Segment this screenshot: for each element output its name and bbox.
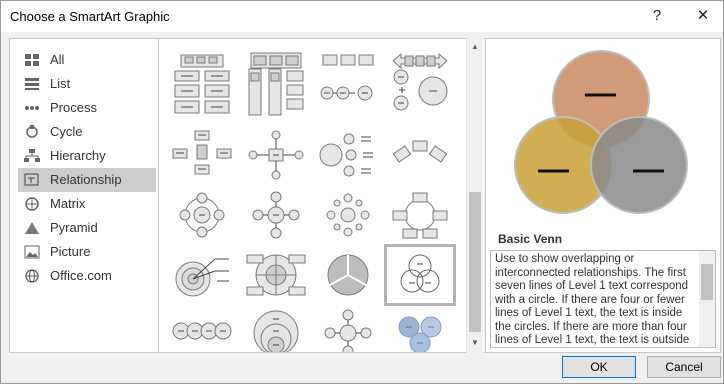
category-item-matrix[interactable]: Matrix <box>18 192 156 216</box>
layout-thumbnail[interactable] <box>171 249 233 301</box>
category-item-cycle[interactable]: Cycle <box>18 120 156 144</box>
category-label: Pyramid <box>50 220 98 235</box>
ok-button[interactable]: OK <box>562 356 636 378</box>
all-icon <box>25 54 39 66</box>
category-label: List <box>50 76 71 91</box>
layout-thumbnail[interactable] <box>171 189 233 241</box>
layout-thumbnail[interactable] <box>317 129 379 181</box>
layout-thumbnail[interactable] <box>245 67 307 119</box>
layout-thumbnail[interactable] <box>245 129 307 181</box>
category-item-picture[interactable]: Picture <box>18 240 156 264</box>
cancel-button[interactable]: Cancel <box>647 356 721 378</box>
category-label: Cycle <box>50 124 83 139</box>
layout-gallery <box>159 38 484 353</box>
layout-thumbnail[interactable] <box>317 249 379 301</box>
title-bar: Choose a SmartArt Graphic ? ✕ <box>1 1 723 32</box>
category-list: All List Process Cycle Hierarchy Relatio… <box>9 38 159 353</box>
category-item-relationship[interactable]: Relationship <box>18 168 156 192</box>
cycle-icon <box>26 125 38 138</box>
layout-thumbnail[interactable] <box>245 307 307 353</box>
category-item-officecom[interactable]: Office.com <box>18 264 156 288</box>
layout-thumbnail[interactable] <box>389 67 451 119</box>
layout-thumbnail[interactable] <box>171 67 233 119</box>
process-icon <box>25 106 39 110</box>
dialog-title: Choose a SmartArt Graphic <box>10 9 170 24</box>
help-button[interactable]: ? <box>637 3 677 29</box>
category-label: Office.com <box>50 268 112 283</box>
layout-thumbnail[interactable] <box>317 67 379 119</box>
smartart-dialog: Choose a SmartArt Graphic ? ✕ All List P… <box>0 0 724 384</box>
category-item-process[interactable]: Process <box>18 96 156 120</box>
category-item-hierarchy[interactable]: Hierarchy <box>18 144 156 168</box>
venn-preview-image <box>514 50 688 214</box>
preview-title: Basic Venn <box>498 232 563 246</box>
description-scroll-thumb[interactable] <box>701 264 713 300</box>
category-label: Matrix <box>50 196 86 211</box>
layout-thumbnail[interactable] <box>389 307 451 353</box>
category-label: All <box>50 52 65 67</box>
layout-thumbnail-basic-venn[interactable] <box>384 244 456 306</box>
gallery-scroll-thumb[interactable] <box>469 192 481 332</box>
category-label: Hierarchy <box>50 148 106 163</box>
relationship-icon <box>24 173 39 186</box>
description-scrollbar[interactable] <box>699 251 715 347</box>
layout-thumbnail[interactable] <box>245 189 307 241</box>
matrix-icon <box>25 197 39 211</box>
hierarchy-icon <box>24 149 40 162</box>
category-label: Picture <box>50 244 91 259</box>
gallery-scrollbar[interactable]: ▲ ▼ <box>466 38 483 353</box>
category-item-pyramid[interactable]: Pyramid <box>18 216 156 240</box>
layout-thumbnail[interactable] <box>171 129 233 181</box>
layout-thumbnail[interactable] <box>389 189 451 241</box>
scroll-up-icon[interactable]: ▲ <box>471 42 480 51</box>
category-label: Relationship <box>50 172 122 187</box>
layout-thumbnail[interactable] <box>389 129 451 181</box>
category-label: Process <box>50 100 97 115</box>
dialog-body: All List Process Cycle Hierarchy Relatio… <box>1 32 723 353</box>
description-text: Use to show overlapping or interconnecte… <box>495 253 690 346</box>
venn-circle-right <box>590 116 688 214</box>
category-item-all[interactable]: All <box>18 48 156 72</box>
globe-icon <box>25 269 39 283</box>
picture-icon <box>24 245 40 259</box>
close-button[interactable]: ✕ <box>683 3 723 29</box>
layout-thumbnail[interactable] <box>245 249 307 301</box>
description-box[interactable]: Use to show overlapping or interconnecte… <box>490 250 716 348</box>
category-item-list[interactable]: List <box>18 72 156 96</box>
layout-thumbnail[interactable] <box>317 307 379 353</box>
preview-panel: Basic Venn Use to show overlapping or in… <box>485 38 721 353</box>
list-icon <box>25 78 39 90</box>
layout-thumbnail[interactable] <box>317 189 379 241</box>
scroll-down-icon[interactable]: ▼ <box>471 338 480 347</box>
pyramid-icon <box>25 222 39 234</box>
layout-thumbnail[interactable] <box>171 307 233 353</box>
